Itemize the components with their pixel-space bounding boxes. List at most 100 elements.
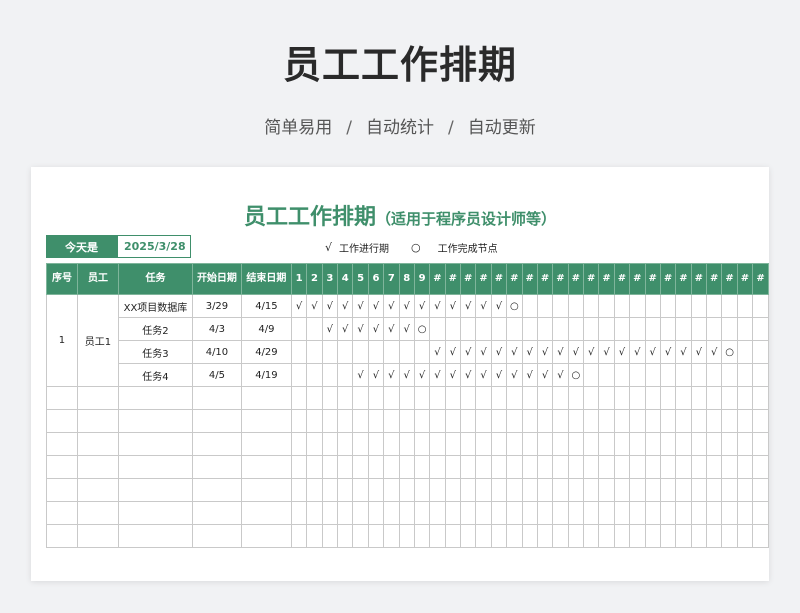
empty-cell[interactable] bbox=[240, 455, 292, 479]
day-cell[interactable]: √ bbox=[352, 363, 369, 387]
empty-cell[interactable] bbox=[46, 409, 78, 433]
day-cell[interactable] bbox=[521, 294, 538, 318]
empty-cell[interactable] bbox=[290, 455, 308, 479]
day-cell[interactable]: √ bbox=[567, 340, 585, 364]
col-header-day[interactable]: # bbox=[490, 263, 508, 295]
empty-cell[interactable] bbox=[536, 478, 554, 502]
empty-cell[interactable] bbox=[429, 524, 446, 548]
empty-cell[interactable] bbox=[552, 478, 569, 502]
day-cell[interactable]: √ bbox=[475, 294, 492, 318]
empty-cell[interactable] bbox=[490, 524, 508, 548]
empty-cell[interactable] bbox=[76, 478, 119, 502]
empty-cell[interactable] bbox=[536, 386, 554, 410]
empty-cell[interactable] bbox=[398, 386, 415, 410]
empty-cell[interactable] bbox=[321, 524, 339, 548]
empty-cell[interactable] bbox=[721, 386, 738, 410]
empty-cell[interactable] bbox=[460, 501, 477, 525]
empty-cell[interactable] bbox=[383, 501, 400, 525]
col-header-day[interactable]: # bbox=[521, 263, 538, 295]
empty-cell[interactable] bbox=[460, 478, 477, 502]
empty-cell[interactable] bbox=[629, 455, 646, 479]
empty-cell[interactable] bbox=[736, 386, 754, 410]
empty-cell[interactable] bbox=[191, 455, 242, 479]
empty-cell[interactable] bbox=[659, 478, 677, 502]
day-cell[interactable]: √ bbox=[490, 340, 508, 364]
day-cell[interactable]: ○ bbox=[721, 340, 738, 364]
day-cell[interactable] bbox=[383, 340, 400, 364]
empty-cell[interactable] bbox=[367, 478, 385, 502]
empty-cell[interactable] bbox=[398, 455, 415, 479]
empty-cell[interactable] bbox=[644, 524, 661, 548]
empty-cell[interactable] bbox=[460, 409, 477, 433]
day-cell[interactable]: √ bbox=[413, 363, 431, 387]
day-cell[interactable]: √ bbox=[444, 340, 462, 364]
empty-cell[interactable] bbox=[413, 478, 431, 502]
empty-cell[interactable] bbox=[567, 432, 585, 456]
empty-cell[interactable] bbox=[706, 409, 723, 433]
empty-cell[interactable] bbox=[321, 455, 339, 479]
empty-cell[interactable] bbox=[506, 455, 523, 479]
empty-cell[interactable] bbox=[352, 409, 369, 433]
empty-cell[interactable] bbox=[46, 524, 78, 548]
empty-cell[interactable] bbox=[321, 386, 339, 410]
day-cell[interactable]: √ bbox=[429, 340, 446, 364]
empty-cell[interactable] bbox=[352, 501, 369, 525]
empty-cell[interactable] bbox=[352, 524, 369, 548]
empty-cell[interactable] bbox=[46, 432, 78, 456]
empty-cell[interactable] bbox=[629, 432, 646, 456]
day-cell[interactable]: √ bbox=[367, 363, 385, 387]
empty-cell[interactable] bbox=[240, 386, 292, 410]
col-header-day[interactable]: # bbox=[567, 263, 585, 295]
day-cell[interactable] bbox=[583, 317, 600, 341]
empty-cell[interactable] bbox=[506, 432, 523, 456]
empty-cell[interactable] bbox=[567, 455, 585, 479]
day-cell[interactable] bbox=[367, 340, 385, 364]
col-header-day[interactable]: # bbox=[506, 263, 523, 295]
empty-cell[interactable] bbox=[721, 455, 738, 479]
empty-cell[interactable] bbox=[383, 455, 400, 479]
empty-cell[interactable] bbox=[536, 409, 554, 433]
empty-cell[interactable] bbox=[629, 478, 646, 502]
end-cell[interactable]: 4/9 bbox=[240, 317, 292, 341]
empty-cell[interactable] bbox=[629, 524, 646, 548]
day-cell[interactable] bbox=[690, 317, 708, 341]
empty-cell[interactable] bbox=[736, 501, 754, 525]
col-header-end[interactable]: 结束日期 bbox=[240, 263, 292, 295]
empty-cell[interactable] bbox=[536, 524, 554, 548]
day-cell[interactable] bbox=[306, 340, 323, 364]
empty-cell[interactable] bbox=[413, 455, 431, 479]
day-cell[interactable]: √ bbox=[398, 363, 415, 387]
end-cell[interactable]: 4/15 bbox=[240, 294, 292, 318]
empty-cell[interactable] bbox=[706, 432, 723, 456]
empty-cell[interactable] bbox=[490, 409, 508, 433]
empty-cell[interactable] bbox=[475, 501, 492, 525]
day-cell[interactable]: √ bbox=[383, 317, 400, 341]
empty-cell[interactable] bbox=[337, 386, 354, 410]
empty-cell[interactable] bbox=[644, 386, 661, 410]
empty-cell[interactable] bbox=[306, 386, 323, 410]
empty-cell[interactable] bbox=[752, 501, 769, 525]
day-cell[interactable] bbox=[398, 340, 415, 364]
empty-cell[interactable] bbox=[490, 478, 508, 502]
day-cell[interactable]: √ bbox=[337, 317, 354, 341]
day-cell[interactable]: √ bbox=[429, 294, 446, 318]
col-header-day[interactable]: # bbox=[536, 263, 554, 295]
empty-cell[interactable] bbox=[475, 432, 492, 456]
day-cell[interactable] bbox=[521, 317, 538, 341]
empty-cell[interactable] bbox=[398, 524, 415, 548]
empty-cell[interactable] bbox=[752, 409, 769, 433]
empty-cell[interactable] bbox=[613, 501, 631, 525]
day-cell[interactable] bbox=[752, 363, 769, 387]
day-cell[interactable]: √ bbox=[475, 363, 492, 387]
empty-cell[interactable] bbox=[290, 524, 308, 548]
empty-cell[interactable] bbox=[613, 478, 631, 502]
empty-cell[interactable] bbox=[413, 432, 431, 456]
day-cell[interactable] bbox=[552, 317, 569, 341]
empty-cell[interactable] bbox=[290, 432, 308, 456]
day-cell[interactable] bbox=[552, 294, 569, 318]
empty-cell[interactable] bbox=[413, 409, 431, 433]
empty-cell[interactable] bbox=[659, 524, 677, 548]
empty-cell[interactable] bbox=[46, 455, 78, 479]
col-header-day[interactable]: 7 bbox=[383, 263, 400, 295]
empty-cell[interactable] bbox=[321, 501, 339, 525]
